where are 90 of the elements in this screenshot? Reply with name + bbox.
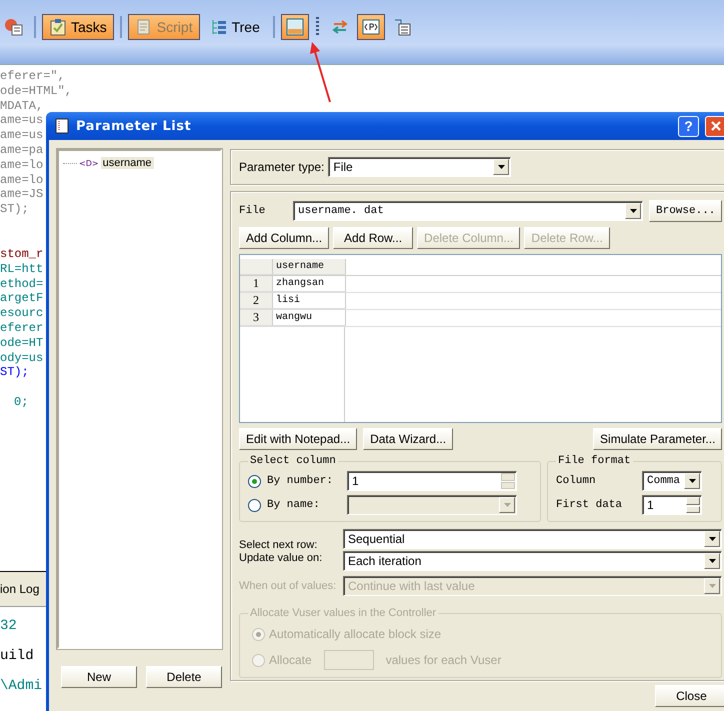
code-line: ody=us [0,350,44,366]
file-path-dropdown[interactable]: username. dat [293,201,643,221]
action-button[interactable]: Add Row... [333,227,414,249]
toolbar-icon-button[interactable] [356,14,385,40]
first-data-label: First data [556,499,624,511]
code-line: esourc [0,306,44,321]
option-suffix: values for each Vuser [386,653,502,667]
first-data-spinner[interactable]: 1 [642,495,702,515]
action-button[interactable]: Add Column... [239,227,330,249]
select-next-row-label: Select next row: [239,539,318,552]
annotation-arrow [310,42,331,102]
dropdown-arrow-icon [708,559,716,563]
browse-button[interactable]: Browse... [649,200,722,222]
code-line: argetF [0,291,44,306]
option-label: By name: [267,499,321,511]
when-out-label: When out of values: [239,580,338,592]
output-line: uild [0,647,34,666]
update-value-label: Update value on: [239,552,324,565]
delimiter-dropdown[interactable]: Comma [642,471,702,491]
toolbar-button[interactable]: Tasks [42,14,114,40]
dropdown-arrow-icon [688,479,696,483]
file-label: File [239,205,266,217]
panel-icon [284,17,305,37]
toolbar-button[interactable]: Tree [202,14,267,40]
number-spinner[interactable]: 1 [347,471,517,491]
delete-button[interactable]: Delete [146,666,222,688]
code-line: eferer=", [0,69,65,84]
next-row-dropdown[interactable]: Sequential [343,529,722,549]
parameter-icon-label: <D> [79,158,99,168]
tree-item[interactable]: username [100,157,154,169]
code-line: eferer [0,320,44,336]
code-line: ame=JS [0,187,44,202]
dropdown-arrow-icon [708,537,716,541]
code-line: ethod= [0,276,44,292]
code-line: ame=us [0,128,44,143]
tool-button[interactable]: Edit with Notepad... [239,428,358,450]
dropdown-arrow-icon [498,165,505,169]
help-button[interactable]: ? [678,116,699,136]
dropdown-arrow-icon [630,209,636,213]
table-cell: zhangsan [273,276,346,292]
column-header: username [273,259,346,275]
clipboard-icon [49,18,67,36]
option-label: Automatically allocate block size [269,627,442,641]
grip-handle[interactable] [316,17,319,37]
list-icon [4,17,24,37]
column-name-dropdown[interactable] [347,495,517,515]
radio-button[interactable] [248,498,261,512]
code-line: ame=lo [0,158,44,173]
toolbar-icon-button[interactable] [280,14,309,40]
row-number: 3 [240,310,273,326]
code-line: MDATA, [0,98,44,114]
row-number: 1 [240,276,273,292]
option-label: By number: [267,475,334,487]
close-dialog-button[interactable]: Close [655,685,724,707]
dropdown-arrow-icon [504,503,510,507]
code-line: RL=htt [0,262,44,277]
radio-button[interactable] [248,474,261,488]
code-line: ame=us [0,113,44,128]
code-line: stom_r [0,246,44,262]
tool-button[interactable]: Simulate Parameter... [593,428,722,450]
code-line: ST); [0,365,29,380]
group-title: Allocate Vuser values in the Controller [249,607,438,619]
new-button[interactable]: New [61,666,137,688]
table-cell: wangwu [273,310,346,326]
group-title: File format [557,455,632,467]
close-button[interactable] [705,116,724,136]
parameter-type-dropdown[interactable]: File [328,157,512,177]
row-number: 2 [240,293,273,309]
document-icon [54,118,70,134]
code-line: 0; [14,395,28,410]
parameter-icon [360,17,381,37]
output-line: \Admi [0,677,42,696]
code-line: ame=pa [0,142,44,158]
code-line: ode=HTML", [0,84,72,99]
code-line: ST); [0,202,29,217]
column-label: Column [556,475,597,487]
group-title: Select column [249,455,337,467]
close-icon [710,120,722,132]
option-label: Allocate [269,653,312,667]
table-cell: lisi [273,293,346,309]
dropdown-arrow-icon [708,584,716,588]
code-line: ode=HT [0,336,44,351]
output-line: 32 [0,617,17,636]
tree-icon [210,18,228,36]
update-value-dropdown[interactable]: Each iteration [343,551,722,571]
parameter-type-label: Parameter type: [239,160,324,174]
tool-button[interactable]: Data Wizard... [363,428,454,450]
output-tab[interactable]: ion Log [0,582,40,596]
code-line: ame=lo [0,172,44,188]
window-title: Parameter List [76,118,192,134]
